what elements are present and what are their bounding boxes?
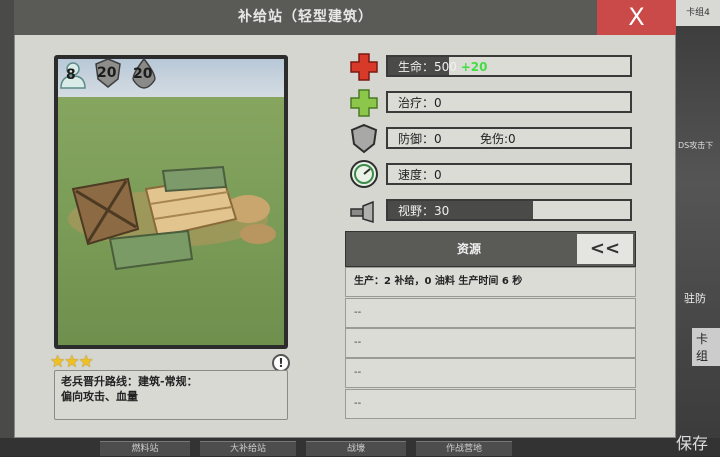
background-card-button[interactable]: 战壕 [306, 441, 406, 456]
background-card-button[interactable]: 大补给站 [200, 441, 296, 456]
background-left-panel [0, 0, 14, 456]
resource-row: -- [345, 358, 636, 388]
rank-stars: ★★★ [50, 352, 94, 372]
resource-row: 生产：2 补给，0 油料 生产时间 6 秒 [345, 267, 636, 297]
heal-stat: 治疗：0 [386, 91, 632, 113]
shield-badge: 20 [92, 57, 124, 89]
unit-portrait [58, 59, 284, 345]
defense-label: 防御：0 [398, 132, 442, 146]
background-deck-tab[interactable]: 卡组4 [676, 0, 720, 26]
speed-gauge-icon [350, 160, 378, 188]
person-badge: 8 [58, 59, 88, 89]
veteran-description: 老兵晋升路线：建筑-常规： 偏向攻击、血量 [54, 370, 288, 420]
resource-row: -- [345, 389, 636, 419]
drop-badge: 20 [128, 57, 160, 89]
health-bonus: +20 [460, 60, 488, 74]
vision-stat: 视野：30 [386, 199, 632, 221]
description-line: 老兵晋升路线：建筑-常规： [61, 375, 198, 388]
background-right-panel [676, 0, 720, 456]
damage-reduction-label: 免伤:0 [480, 132, 516, 146]
defense-stat: 防御：0 免伤:0 [386, 127, 632, 149]
background-caption: DS攻击下 [678, 141, 714, 150]
shield-badge-value: 20 [97, 65, 117, 81]
red-cross-icon [350, 53, 378, 81]
vision-label: 视野：30 [398, 204, 450, 218]
health-stat: 生命：500 +20 [386, 55, 632, 77]
flashlight-icon [350, 200, 374, 224]
background-save-label[interactable]: 保存 [676, 430, 708, 454]
speed-label: 速度：0 [398, 168, 442, 182]
background-deck-label[interactable]: 卡组 [692, 328, 720, 366]
resources-title: 资源 [456, 242, 481, 256]
resource-row: -- [345, 298, 636, 328]
supply-crates-illustration [68, 165, 276, 271]
description-line: 偏向攻击、血量 [61, 390, 138, 403]
heal-label: 治疗：0 [398, 96, 442, 110]
health-label: 生命：500 +20 [398, 60, 488, 74]
drop-badge-value: 20 [133, 66, 153, 82]
background-caption: 驻防 [684, 292, 706, 305]
resource-row: -- [345, 328, 636, 358]
person-badge-value: 8 [66, 67, 76, 83]
shield-icon [350, 123, 378, 154]
speed-stat: 速度：0 [386, 163, 632, 185]
collapse-button[interactable]: << [577, 234, 633, 264]
resources-header: 资源 << [345, 231, 636, 267]
background-card-button[interactable]: 燃料站 [100, 441, 190, 456]
close-button[interactable]: X [597, 0, 676, 35]
background-card-button[interactable]: 作战营地 [416, 441, 512, 456]
dialog-title: 补给站（轻型建筑） [14, 0, 597, 35]
green-cross-icon [350, 89, 378, 117]
